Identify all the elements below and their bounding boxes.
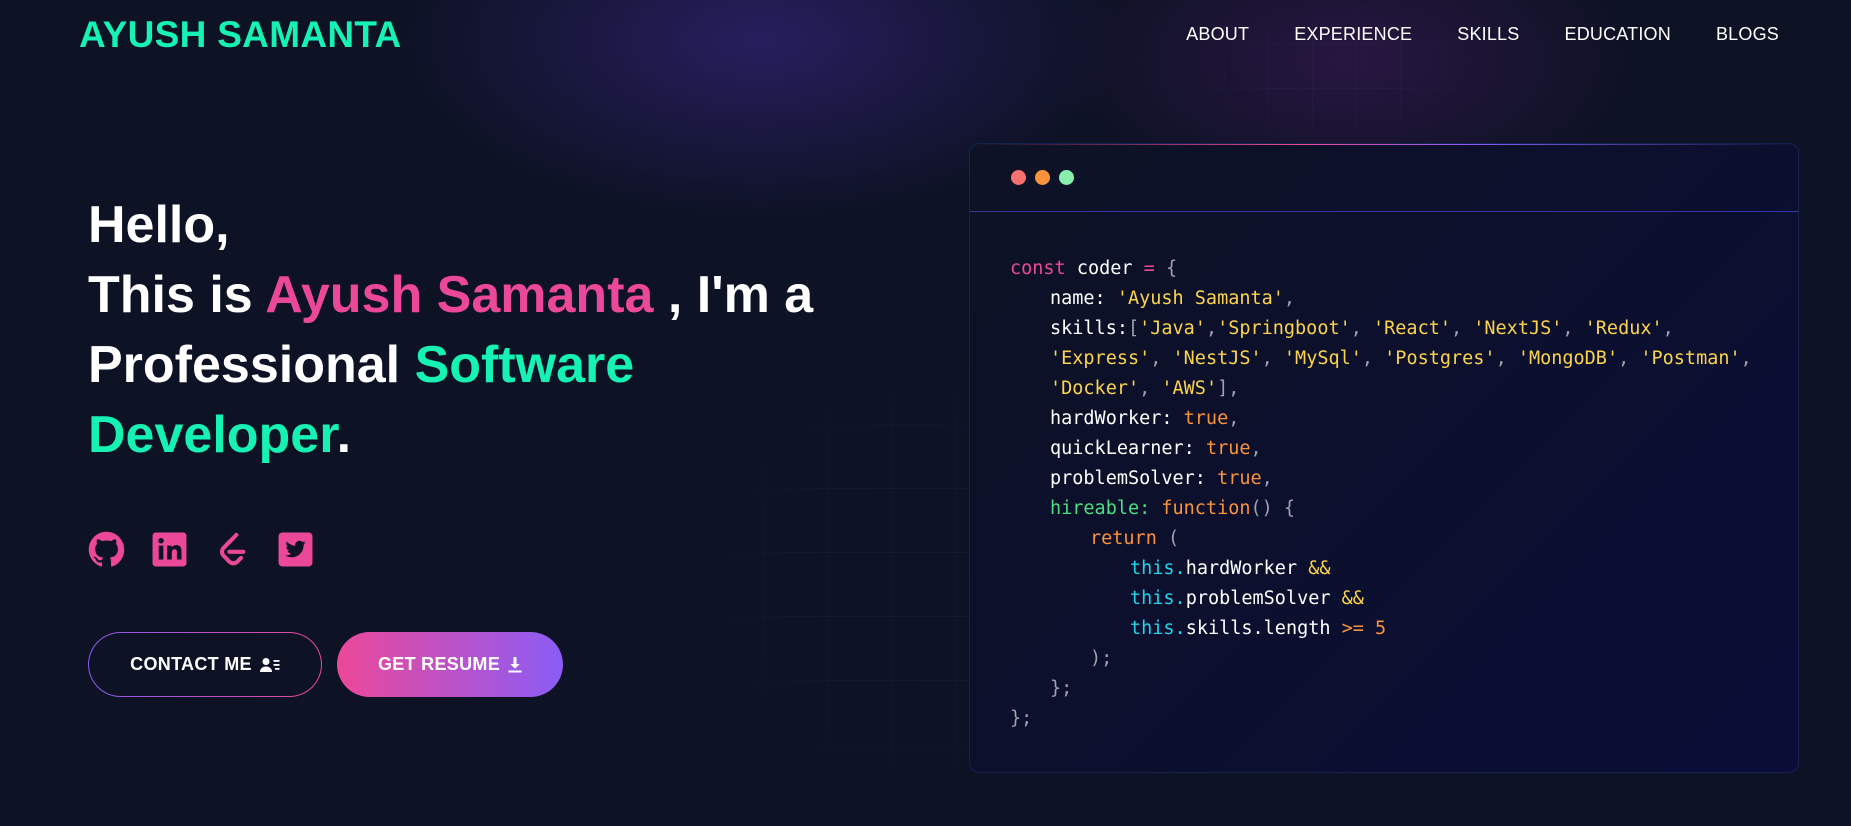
hero-software: Software [414, 336, 635, 394]
code-line: hireable: function() { [1050, 498, 1296, 519]
hero-developer: Developer [88, 406, 337, 464]
github-icon[interactable] [88, 531, 125, 568]
nav-skills[interactable]: SKILLS [1457, 24, 1519, 45]
hero-period: . [336, 406, 352, 464]
code-line: skills:['Java','Springboot', 'React', 'N… [1050, 318, 1674, 339]
contact-me-label: CONTACT ME [130, 654, 252, 674]
user-contact-icon [259, 657, 280, 672]
code-line: quickLearner: true, [1050, 438, 1262, 459]
code-line: return ( [1090, 528, 1180, 549]
contact-me-button[interactable]: CONTACT ME [88, 632, 322, 697]
window-close-dot [1011, 170, 1026, 185]
code-line: name: 'Ayush Samanta', [1050, 288, 1296, 309]
code-line: ); [1090, 648, 1113, 669]
twitter-icon[interactable] [277, 531, 314, 568]
hero-professional: Professional [88, 336, 415, 394]
hero-this-is: This is [88, 266, 266, 324]
hero-heading: Hello, This is Ayush Samanta , I'm a Pro… [88, 190, 868, 470]
code-line: const coder = { [1010, 258, 1178, 279]
nav-about[interactable]: ABOUT [1186, 24, 1249, 45]
hero-name: Ayush Samanta [265, 266, 654, 324]
hero-greeting: Hello, [88, 196, 230, 254]
code-line: this.skills.length >= 5 [1130, 618, 1387, 639]
code-line: this.problemSolver && [1130, 588, 1364, 609]
code-line: hardWorker: true, [1050, 408, 1240, 429]
code-line: }; [1050, 678, 1073, 699]
titlebar-accent-line [970, 144, 1798, 145]
main-nav: ABOUT EXPERIENCE SKILLS EDUCATION BLOGS [1186, 24, 1779, 45]
leetcode-icon[interactable] [214, 531, 251, 568]
nav-blogs[interactable]: BLOGS [1716, 24, 1779, 45]
background-grid-top [1180, 0, 1480, 150]
get-resume-label: GET RESUME [377, 654, 500, 674]
code-line: this.hardWorker && [1130, 558, 1331, 579]
window-minimize-dot [1035, 170, 1050, 185]
code-line: problemSolver: true, [1050, 468, 1273, 489]
code-line: 'Express', 'NestJS', 'MySql', 'Postgres'… [1050, 348, 1752, 369]
code-window: const coder = { name: 'Ayush Samanta', ski… [969, 143, 1799, 773]
hero-im-a: , I'm a [653, 266, 814, 324]
code-line: 'Docker', 'AWS'], [1050, 378, 1240, 399]
social-links [88, 531, 314, 568]
nav-experience[interactable]: EXPERIENCE [1294, 24, 1412, 45]
nav-education[interactable]: EDUCATION [1564, 24, 1670, 45]
code-block: const coder = { name: 'Ayush Samanta', ski… [1010, 254, 1752, 734]
linkedin-icon[interactable] [151, 531, 188, 568]
get-resume-button[interactable]: GET RESUME [337, 632, 563, 697]
code-window-titlebar [970, 144, 1798, 212]
download-icon [508, 656, 522, 672]
code-line: }; [1010, 708, 1033, 729]
brand-logo[interactable]: AYUSH SAMANTA [79, 14, 402, 56]
window-maximize-dot [1059, 170, 1074, 185]
